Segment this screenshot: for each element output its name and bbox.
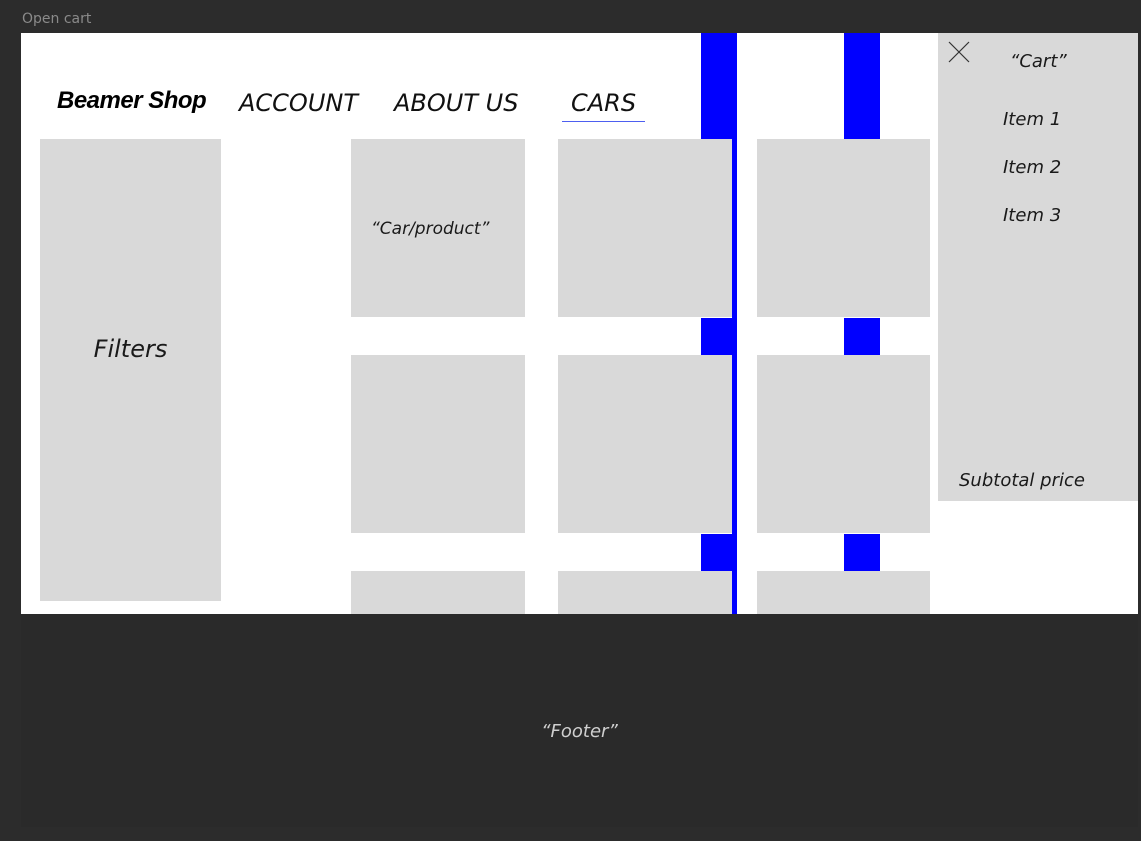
product-card[interactable] bbox=[757, 355, 930, 533]
product-card[interactable] bbox=[351, 355, 525, 533]
footer: “Footer” bbox=[21, 614, 1138, 827]
filters-panel[interactable]: Filters bbox=[40, 139, 221, 601]
product-card[interactable] bbox=[558, 571, 732, 614]
product-card[interactable] bbox=[757, 139, 930, 317]
close-icon[interactable] bbox=[948, 41, 970, 63]
nav-account[interactable]: ACCOUNT bbox=[239, 89, 358, 117]
frame-label: Open cart bbox=[22, 11, 92, 27]
cart-title: “Cart” bbox=[1010, 51, 1067, 72]
nav-cars[interactable]: CARS bbox=[571, 89, 636, 117]
nav-about-us[interactable]: ABOUT US bbox=[394, 89, 518, 117]
product-card[interactable] bbox=[558, 355, 732, 533]
left-strip bbox=[9, 33, 21, 827]
blue-vertical-line bbox=[732, 33, 737, 614]
logo[interactable]: Beamer Shop bbox=[57, 87, 207, 115]
cart-panel: “Cart” Item 1 Item 2 Item 3 Subtotal pri… bbox=[938, 33, 1138, 501]
product-card[interactable]: “Car/product” bbox=[351, 139, 525, 317]
blue-marker-mid-right bbox=[844, 318, 880, 355]
cart-subtotal: Subtotal price bbox=[959, 470, 1085, 491]
cart-item[interactable]: Item 1 bbox=[1003, 109, 1061, 130]
product-card[interactable] bbox=[351, 571, 525, 614]
product-label: “Car/product” bbox=[371, 219, 490, 239]
footer-label: “Footer” bbox=[541, 721, 618, 742]
product-card[interactable] bbox=[757, 571, 930, 614]
blue-marker-low-right bbox=[844, 534, 880, 571]
blue-marker-top-right bbox=[844, 33, 880, 139]
cart-item[interactable]: Item 2 bbox=[1003, 157, 1061, 178]
product-card[interactable] bbox=[558, 139, 732, 317]
active-nav-underline bbox=[562, 121, 645, 122]
cart-item[interactable]: Item 3 bbox=[1003, 205, 1061, 226]
filters-label: Filters bbox=[93, 335, 168, 363]
page-canvas: Beamer Shop ACCOUNT ABOUT US CARS Filter… bbox=[21, 33, 1138, 614]
